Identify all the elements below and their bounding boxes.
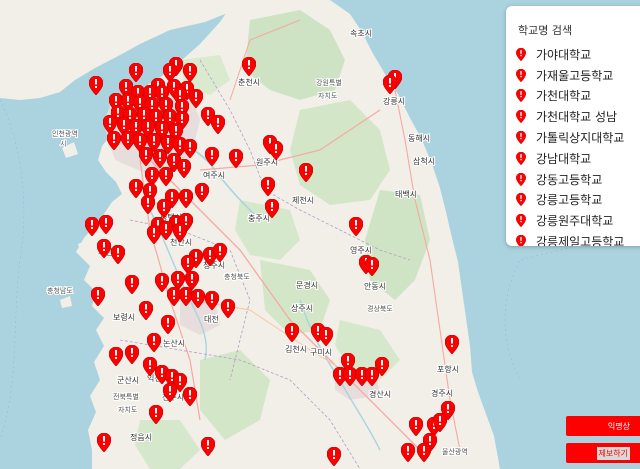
- school-marker-icon[interactable]: [327, 447, 341, 466]
- school-marker-icon[interactable]: [285, 323, 299, 342]
- school-marker-icon[interactable]: [445, 335, 459, 354]
- school-search-panel: 학교명 검색 가야대학교가재울고등학교가천대학교가천대학교 성남가톨릭상지대학교…: [506, 6, 640, 246]
- school-marker-icon[interactable]: [179, 189, 193, 208]
- school-marker-icon[interactable]: [201, 437, 215, 456]
- school-marker-icon[interactable]: [149, 405, 163, 424]
- school-marker-icon[interactable]: [183, 387, 197, 406]
- school-name: 가천대학교 성남: [536, 110, 618, 125]
- school-marker-icon[interactable]: [213, 243, 227, 262]
- school-marker-icon[interactable]: [365, 257, 379, 276]
- school-name: 강릉제일고등학교: [536, 235, 625, 246]
- school-marker-icon[interactable]: [111, 245, 125, 264]
- marker-icon: [516, 89, 526, 103]
- school-marker-icon[interactable]: [221, 299, 235, 318]
- school-marker-icon[interactable]: [97, 239, 111, 258]
- school-list-item[interactable]: 강남대학교: [516, 148, 624, 169]
- marker-icon: [516, 193, 526, 207]
- marker-icon: [516, 235, 526, 246]
- panel-title: 학교명 검색: [518, 24, 573, 37]
- marker-icon: [516, 172, 526, 186]
- school-marker-icon[interactable]: [99, 215, 113, 234]
- school-marker-icon[interactable]: [349, 217, 363, 236]
- school-marker-icon[interactable]: [265, 199, 279, 218]
- school-list-item[interactable]: 강동고등학교: [516, 169, 624, 190]
- school-list-item[interactable]: 강릉고등학교: [516, 190, 624, 211]
- school-marker-icon[interactable]: [141, 195, 155, 214]
- school-marker-icon[interactable]: [85, 217, 99, 236]
- school-marker-icon[interactable]: [191, 289, 205, 308]
- school-marker-icon[interactable]: [125, 345, 139, 364]
- school-marker-icon[interactable]: [159, 221, 173, 240]
- school-list-item[interactable]: 강릉제일고등학교: [516, 231, 624, 246]
- anonymous-button[interactable]: 익명상: [566, 416, 640, 436]
- school-marker-icon[interactable]: [147, 333, 161, 352]
- school-marker-icon[interactable]: [299, 163, 313, 182]
- marker-icon: [516, 214, 526, 228]
- school-marker-icon[interactable]: [161, 315, 175, 334]
- school-marker-icon[interactable]: [159, 167, 173, 186]
- school-marker-icon[interactable]: [183, 139, 197, 158]
- school-name: 강동고등학교: [536, 172, 603, 187]
- school-list-item[interactable]: 가재울고등학교: [516, 65, 624, 86]
- marker-icon: [516, 47, 526, 61]
- school-name: 강릉고등학교: [536, 193, 603, 208]
- school-marker-icon[interactable]: [205, 291, 219, 310]
- school-marker-icon[interactable]: [417, 443, 431, 462]
- marker-icon: [516, 131, 526, 145]
- school-marker-icon[interactable]: [153, 149, 167, 168]
- school-list-item[interactable]: 가톨릭상지대학교: [516, 127, 624, 148]
- school-marker-icon[interactable]: [409, 417, 423, 436]
- school-marker-icon[interactable]: [89, 76, 103, 95]
- marker-icon: [516, 151, 526, 165]
- school-marker-icon[interactable]: [269, 141, 283, 160]
- school-marker-icon[interactable]: [242, 57, 256, 76]
- school-name: 가야대학교: [536, 47, 592, 62]
- school-marker-icon[interactable]: [125, 275, 139, 294]
- school-list-item[interactable]: 강릉원주대학교: [516, 210, 624, 231]
- school-marker-icon[interactable]: [383, 75, 397, 94]
- school-marker-icon[interactable]: [107, 131, 121, 150]
- school-marker-icon[interactable]: [319, 327, 333, 346]
- school-marker-icon[interactable]: [229, 149, 243, 168]
- school-marker-icon[interactable]: [433, 413, 447, 432]
- school-name: 가톨릭상지대학교: [536, 131, 625, 146]
- school-marker-icon[interactable]: [109, 347, 123, 366]
- school-list-item[interactable]: 가천대학교: [516, 86, 624, 107]
- school-marker-icon[interactable]: [139, 147, 153, 166]
- school-marker-icon[interactable]: [401, 443, 415, 462]
- school-marker-icon[interactable]: [205, 147, 219, 166]
- school-list: 가야대학교가재울고등학교가천대학교가천대학교 성남가톨릭상지대학교강남대학교강동…: [516, 44, 624, 246]
- school-name: 강릉원주대학교: [536, 214, 614, 229]
- school-marker-icon[interactable]: [375, 357, 389, 376]
- school-marker-icon[interactable]: [173, 223, 187, 242]
- school-list-item[interactable]: 가야대학교: [516, 44, 624, 65]
- school-marker-icon[interactable]: [183, 63, 197, 82]
- marker-icon: [516, 110, 526, 124]
- school-marker-icon[interactable]: [91, 287, 105, 306]
- school-marker-icon[interactable]: [177, 159, 191, 178]
- school-marker-icon[interactable]: [189, 89, 203, 108]
- anonymous-button-label: 익명상: [607, 421, 630, 431]
- school-list-item[interactable]: 가천대학교 성남: [516, 106, 624, 127]
- school-marker-icon[interactable]: [211, 115, 225, 134]
- map-app: 속초시강원특별자치도춘천시강릉시인천광역시동해시원주시여주시삼척시제천시태백시평…: [0, 0, 640, 469]
- school-marker-icon[interactable]: [97, 433, 111, 452]
- school-name: 가천대학교: [536, 89, 592, 104]
- school-marker-icon[interactable]: [261, 177, 275, 196]
- report-button-label: 제보하기: [596, 446, 630, 460]
- school-name: 가재울고등학교: [536, 68, 614, 83]
- marker-icon: [516, 68, 526, 82]
- school-name: 강남대학교: [536, 151, 592, 166]
- school-marker-icon[interactable]: [139, 301, 153, 320]
- school-marker-icon[interactable]: [163, 383, 177, 402]
- school-marker-icon[interactable]: [195, 183, 209, 202]
- report-button[interactable]: 제보하기: [566, 443, 640, 463]
